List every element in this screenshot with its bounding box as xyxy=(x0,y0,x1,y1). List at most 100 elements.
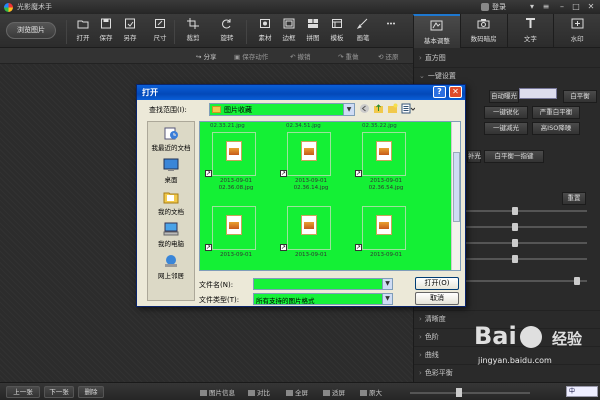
file-list-scrollbar[interactable] xyxy=(451,122,460,270)
login-button[interactable]: 登录 xyxy=(481,2,506,12)
shortcut-arrow-icon: ↗ xyxy=(355,244,362,251)
section-levels-label: 色阶 xyxy=(424,333,439,341)
one-click-dim-button[interactable]: 一键减光 xyxy=(484,122,528,135)
tab-basic-adjust[interactable]: 基本调整 xyxy=(413,14,460,48)
place-recent-label: 我最近的文档 xyxy=(151,144,191,152)
cancel-button[interactable]: 取消 xyxy=(415,292,459,305)
restore-label: 还原 xyxy=(385,53,399,61)
white-balance-button[interactable]: 白平衡 xyxy=(563,90,597,103)
fit-screen-icon xyxy=(323,390,330,396)
reset-button[interactable]: 重置 xyxy=(562,192,586,205)
auto-exposure-button[interactable]: 自动曝光 xyxy=(489,90,519,103)
toolbar-divider xyxy=(174,20,175,44)
dialog-title-bar: 打开 ? ✕ xyxy=(137,85,465,100)
delete-button[interactable]: 删除 xyxy=(78,386,104,398)
tab-darkroom[interactable]: 数码暗房 xyxy=(459,14,507,48)
undo-button[interactable]: ↶ 撤销 xyxy=(290,51,311,61)
slider-knob[interactable] xyxy=(574,277,580,285)
help-icon[interactable]: ? xyxy=(433,86,446,98)
ime-indicator[interactable]: 中 xyxy=(566,386,598,397)
file-thumbnail[interactable]: ↗ 2013-09-01 02.36.08.jpg xyxy=(204,132,266,196)
new-folder-icon[interactable] xyxy=(387,103,398,114)
close-icon[interactable]: ✕ xyxy=(585,2,597,12)
back-icon[interactable] xyxy=(359,103,370,114)
open-dialog: 打开 ? ✕ 查找范围(I): 图片收藏 ▼ 我最近的文档 桌面 我的文档 我的… xyxy=(136,84,466,307)
ime-toolbar[interactable] xyxy=(519,88,557,99)
slider-knob[interactable] xyxy=(512,255,518,263)
compare-button[interactable]: 对比 xyxy=(248,387,270,397)
file-name-partial: 02.34.51.jpg xyxy=(286,123,321,129)
redo-button[interactable]: ↷ 重做 xyxy=(338,51,359,61)
prev-image-button[interactable]: 上一张 xyxy=(6,386,40,398)
material-button[interactable]: 素材 xyxy=(252,18,278,46)
slider-knob[interactable] xyxy=(512,223,518,231)
template-label: 模板 xyxy=(330,34,344,42)
template-icon xyxy=(332,19,342,28)
tab-watermark[interactable]: 水印 xyxy=(553,14,600,48)
fit-screen-button[interactable]: 适屏 xyxy=(323,387,345,397)
place-my-computer[interactable]: 我的电脑 xyxy=(148,222,194,248)
file-thumbnail[interactable]: ↗ 2013-09-01 02.36.14.jpg xyxy=(279,132,341,196)
view-menu-icon[interactable] xyxy=(401,103,415,114)
strict-white-balance-button[interactable]: 严重白平衡 xyxy=(532,106,580,119)
section-histogram[interactable]: › 直方图 xyxy=(414,50,600,66)
zoom-slider-knob[interactable] xyxy=(456,388,462,397)
place-desktop[interactable]: 桌面 xyxy=(148,158,194,184)
high-iso-denoise-button[interactable]: 高ISO降噪 xyxy=(532,122,580,135)
user-icon xyxy=(481,3,489,11)
file-thumbnail[interactable]: ↗ 2013-09-01 xyxy=(279,206,341,270)
filename-input[interactable]: ▼ xyxy=(253,278,393,290)
file-time: 02.36.08.jpg xyxy=(218,185,254,191)
file-thumbnail[interactable]: ↗ 2013-09-01 xyxy=(204,206,266,270)
restore-button[interactable]: ⟲ 还原 xyxy=(378,51,399,61)
size-button[interactable]: 尺寸 xyxy=(147,18,173,46)
place-network[interactable]: 网上邻居 xyxy=(148,254,194,280)
image-info-button[interactable]: 图片信息 xyxy=(200,387,235,397)
save-action-button[interactable]: ▣ 保存动作 xyxy=(234,51,268,61)
slider-knob[interactable] xyxy=(512,207,518,215)
look-in-label: 查找范围(I): xyxy=(149,106,187,114)
save-button[interactable]: 保存 xyxy=(93,18,119,46)
scrollbar-thumb[interactable] xyxy=(453,152,460,222)
maximize-icon[interactable]: □ xyxy=(570,2,582,12)
fill-light-button[interactable]: 补光 xyxy=(467,150,481,163)
template-button[interactable]: 模板 xyxy=(324,18,350,46)
save-icon xyxy=(101,18,111,29)
tab-text[interactable]: 文字 xyxy=(506,14,554,48)
file-thumbnail[interactable]: ↗ 2013-09-01 02.36.54.jpg xyxy=(354,132,416,196)
save-as-button[interactable]: 另存 xyxy=(117,18,143,46)
tab-text-label: 文字 xyxy=(523,35,537,43)
filetype-value: 所有支持的图片格式 xyxy=(256,297,315,305)
slider-knob[interactable] xyxy=(512,239,518,247)
browse-images-button[interactable]: 浏览图片 xyxy=(6,22,56,39)
brush-button[interactable]: 画笔 xyxy=(350,18,376,46)
place-recent-documents[interactable]: 我最近的文档 xyxy=(148,126,194,152)
file-date: 2013-09-01 xyxy=(295,178,327,184)
file-name: 2013-09-01 xyxy=(281,252,341,259)
one-click-sharpen-button[interactable]: 一键锐化 xyxy=(484,106,528,119)
file-thumbnail[interactable]: ↗ 2013-09-01 xyxy=(354,206,416,270)
up-folder-icon[interactable] xyxy=(373,103,384,114)
my-documents-icon xyxy=(163,192,179,204)
rotate-button[interactable]: 旋转 xyxy=(214,18,240,46)
place-my-documents[interactable]: 我的文档 xyxy=(148,190,194,216)
minimize-icon[interactable]: – xyxy=(556,2,568,12)
crop-button[interactable]: 裁剪 xyxy=(180,18,206,46)
share-button[interactable]: ↪ 分享 xyxy=(196,51,217,61)
one-touch-white-balance-button[interactable]: 白平衡一指键 xyxy=(484,150,544,163)
filetype-select[interactable]: 所有支持的图片格式 ▼ xyxy=(253,293,393,305)
skin-icon[interactable]: ▾ xyxy=(526,2,538,12)
menu-icon[interactable]: ≡ xyxy=(540,2,552,12)
open-file-button[interactable]: 打开(O) xyxy=(415,277,459,290)
shortcut-arrow-icon: ↗ xyxy=(280,244,287,251)
fullscreen-button[interactable]: 全屏 xyxy=(286,387,308,397)
border-button[interactable]: 边框 xyxy=(276,18,302,46)
original-size-button[interactable]: 原大 xyxy=(360,387,382,397)
look-in-select[interactable]: 图片收藏 ▼ xyxy=(209,103,355,116)
dialog-close-icon[interactable]: ✕ xyxy=(449,86,462,98)
save-label: 保存 xyxy=(99,34,113,42)
next-image-button[interactable]: 下一张 xyxy=(44,386,74,398)
collage-button[interactable]: 拼图 xyxy=(300,18,326,46)
more-button[interactable] xyxy=(378,18,404,46)
section-one-click[interactable]: ⌄ 一键设置 xyxy=(414,68,600,84)
